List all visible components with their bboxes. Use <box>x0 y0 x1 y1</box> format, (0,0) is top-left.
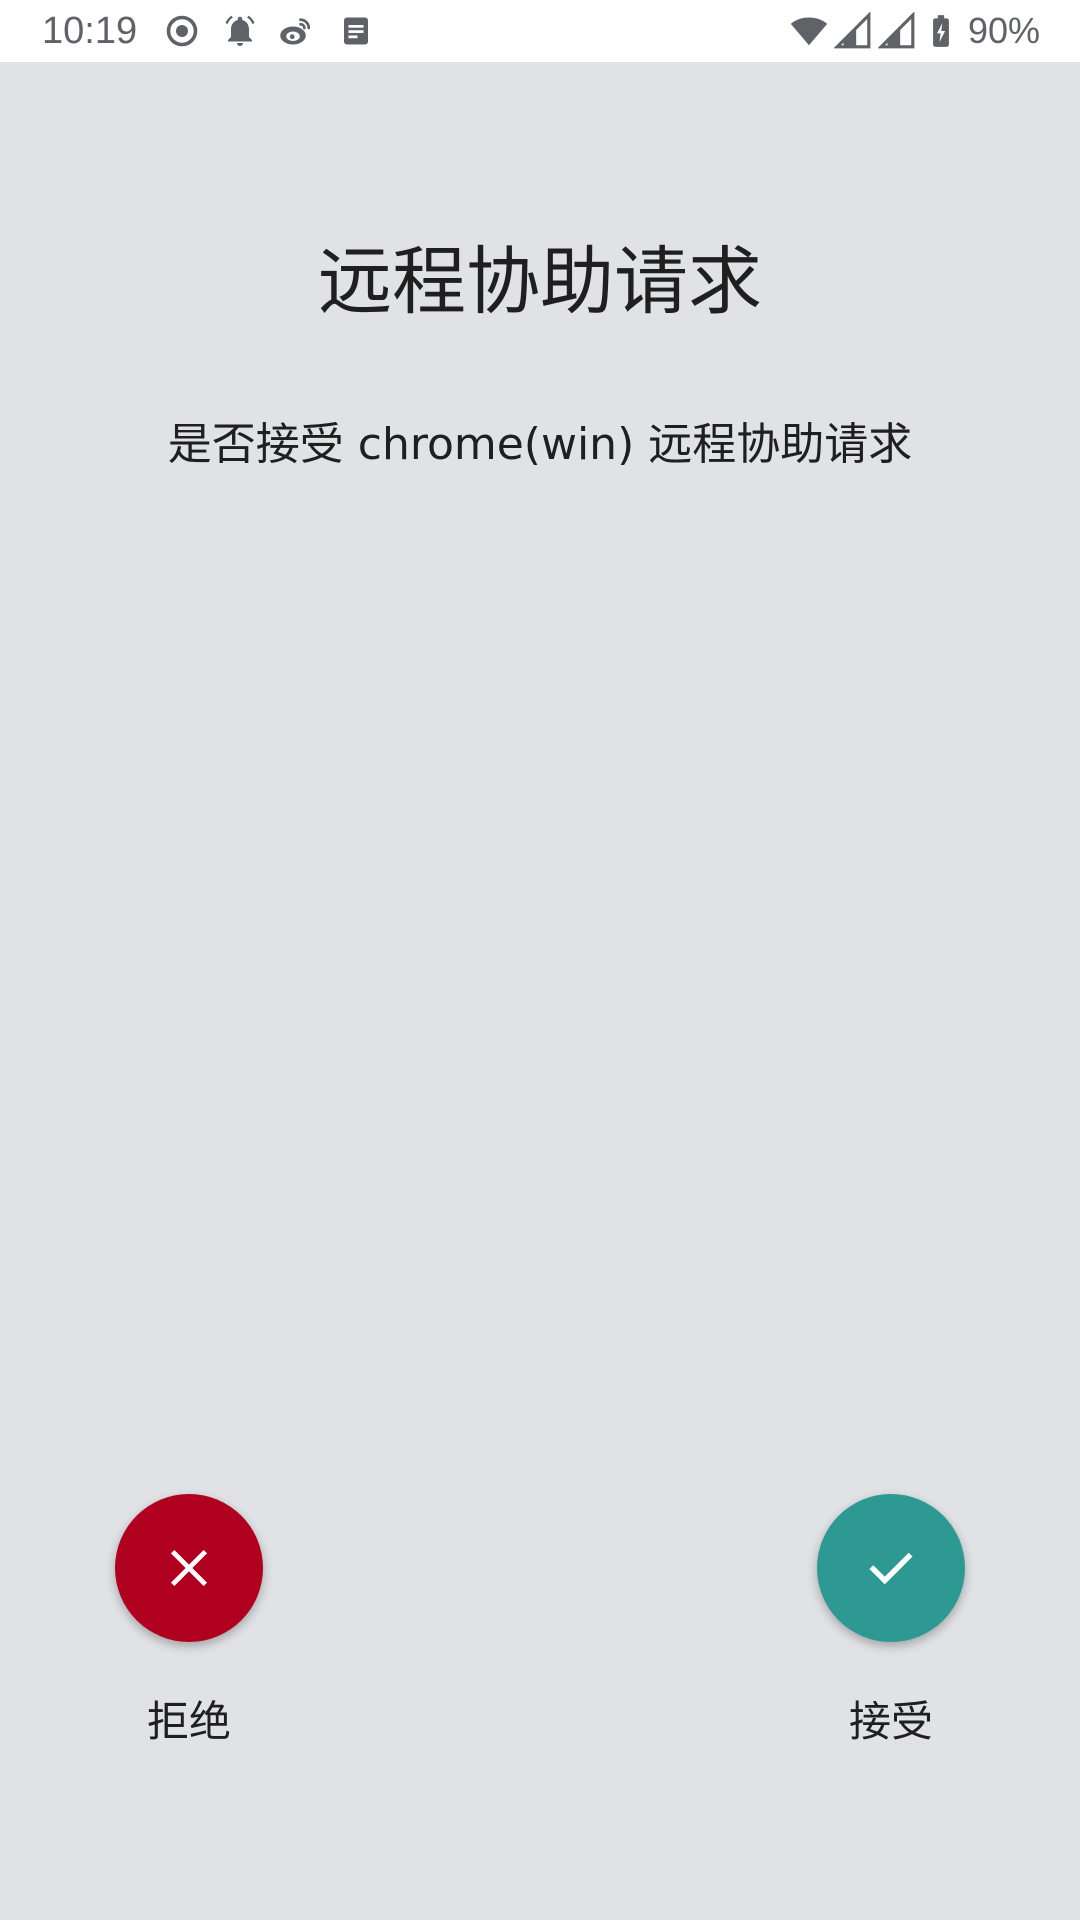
accept-label: 接受 <box>848 1697 933 1746</box>
check-icon <box>869 1552 913 1585</box>
reject-action: 拒绝 <box>89 1494 289 1750</box>
accept-action: 接受 <box>791 1494 991 1750</box>
page-title: 远程协助请求 <box>318 239 762 325</box>
status-time: 10:19 <box>42 10 138 52</box>
close-icon <box>170 1549 208 1587</box>
weibo-icon <box>280 18 311 45</box>
status-bar: 10:19 90% <box>0 0 1080 62</box>
alarm-icon <box>225 15 255 46</box>
wifi-icon <box>790 17 828 46</box>
accept-button[interactable] <box>817 1494 965 1642</box>
battery-charging-icon <box>933 15 949 47</box>
battery-percentage: 90% <box>967 10 1040 51</box>
status-right-group: 90% <box>784 8 1040 54</box>
record-icon <box>166 15 198 47</box>
signal-icon <box>833 12 871 49</box>
request-message: 是否接受 chrome(win) 远程协助请求 <box>167 419 913 470</box>
reject-button[interactable] <box>115 1494 263 1642</box>
document-icon <box>344 17 368 45</box>
signal-icon <box>877 12 915 49</box>
reject-label: 拒绝 <box>146 1697 231 1746</box>
